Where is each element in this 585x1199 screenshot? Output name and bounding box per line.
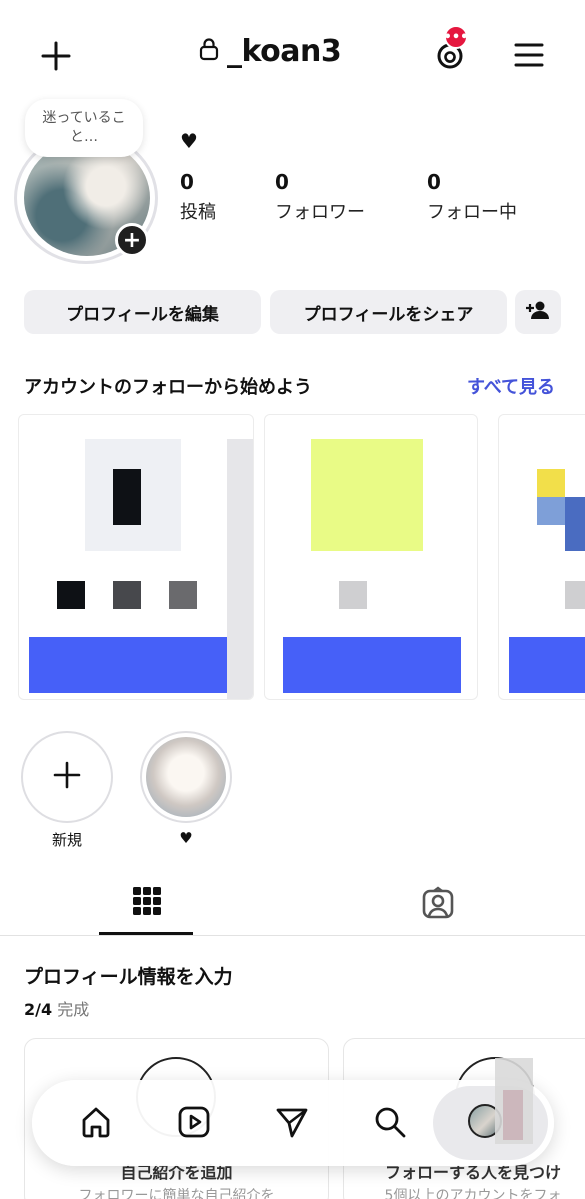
- highlight-cover: [146, 737, 226, 817]
- suggestion-card[interactable]: [498, 414, 585, 700]
- add-person-icon: [526, 300, 550, 325]
- add-story-plus-icon[interactable]: +: [115, 223, 149, 257]
- card-divider-strip: [227, 439, 253, 699]
- follow-button[interactable]: [283, 637, 461, 693]
- suggestion-name-block: [169, 581, 197, 609]
- menu-icon[interactable]: [510, 38, 548, 72]
- new-highlight-label: 新規: [51, 831, 82, 849]
- followers-count: 0: [275, 170, 289, 194]
- profile-info-title: プロフィール情報を入力: [24, 966, 233, 988]
- search-icon: [373, 1105, 407, 1143]
- discover-people-button[interactable]: [515, 290, 561, 334]
- nav-search[interactable]: [368, 1102, 412, 1146]
- suggestion-avatar: [565, 497, 585, 551]
- reels-icon: [177, 1105, 211, 1143]
- suggestion-name-block: [565, 581, 585, 609]
- plus-icon: [52, 760, 82, 794]
- nav-home[interactable]: [74, 1102, 118, 1146]
- suggestion-name-block: [339, 581, 367, 609]
- highlight-item[interactable]: [140, 731, 232, 823]
- tab-divider: [0, 935, 585, 936]
- progress-label: 完成: [57, 1000, 90, 1019]
- bio-text: ♥: [180, 129, 198, 153]
- see-all-link[interactable]: すべて見る: [467, 373, 555, 399]
- nav-messages[interactable]: [270, 1102, 314, 1146]
- bio-card-subtitle: フォロワーに簡単な自己紹介を: [78, 1188, 275, 1199]
- share-profile-button[interactable]: プロフィールをシェア: [270, 290, 507, 334]
- suggestion-avatar: [311, 439, 423, 551]
- suggestion-avatar: [537, 469, 565, 497]
- nav-reels[interactable]: [172, 1102, 216, 1146]
- following-label[interactable]: フォロー中: [427, 198, 517, 224]
- note-text: 迷っていること…: [42, 110, 126, 145]
- posts-count: 0: [180, 170, 194, 194]
- suggestion-avatar: [537, 497, 565, 525]
- tab-tagged[interactable]: [421, 886, 457, 922]
- tab-grid[interactable]: [132, 886, 162, 920]
- suggestion-name-block: [113, 581, 141, 609]
- follow-button[interactable]: [509, 637, 585, 693]
- threads-notification-badge: •••: [444, 25, 468, 49]
- home-icon: [79, 1105, 113, 1143]
- grid-icon: [132, 887, 162, 920]
- note-bubble[interactable]: 迷っていること…: [25, 99, 143, 157]
- suggestions-title: アカウントのフォローから始めよう: [24, 377, 312, 398]
- followers-label[interactable]: フォロワー: [275, 198, 365, 224]
- posts-label[interactable]: 投稿: [180, 198, 216, 224]
- username-text: _koan3: [227, 34, 342, 69]
- profile-progress: 2/4 完成: [24, 996, 89, 1020]
- suggestion-name-block: [57, 581, 85, 609]
- bottom-nav: [32, 1080, 554, 1166]
- send-icon: [275, 1105, 309, 1143]
- lock-icon: [199, 34, 219, 69]
- mosaic-overlay: [503, 1090, 523, 1140]
- suggestion-card[interactable]: [18, 414, 254, 700]
- highlight-label: ♥: [179, 829, 193, 847]
- new-post-plus-icon[interactable]: [36, 36, 76, 76]
- suggestion-avatar-detail: [113, 469, 141, 525]
- follow-button[interactable]: [29, 637, 227, 693]
- new-highlight-button[interactable]: [21, 731, 113, 823]
- following-count: 0: [427, 170, 441, 194]
- edit-profile-button[interactable]: プロフィールを編集: [24, 290, 261, 334]
- account-switcher[interactable]: _koan3: [199, 34, 342, 69]
- suggestion-card[interactable]: [264, 414, 478, 700]
- progress-count: 2/4: [24, 1000, 53, 1019]
- tagged-person-icon: [421, 886, 455, 924]
- find-people-card-subtitle: 5個以上のアカウントをフォ: [384, 1188, 562, 1199]
